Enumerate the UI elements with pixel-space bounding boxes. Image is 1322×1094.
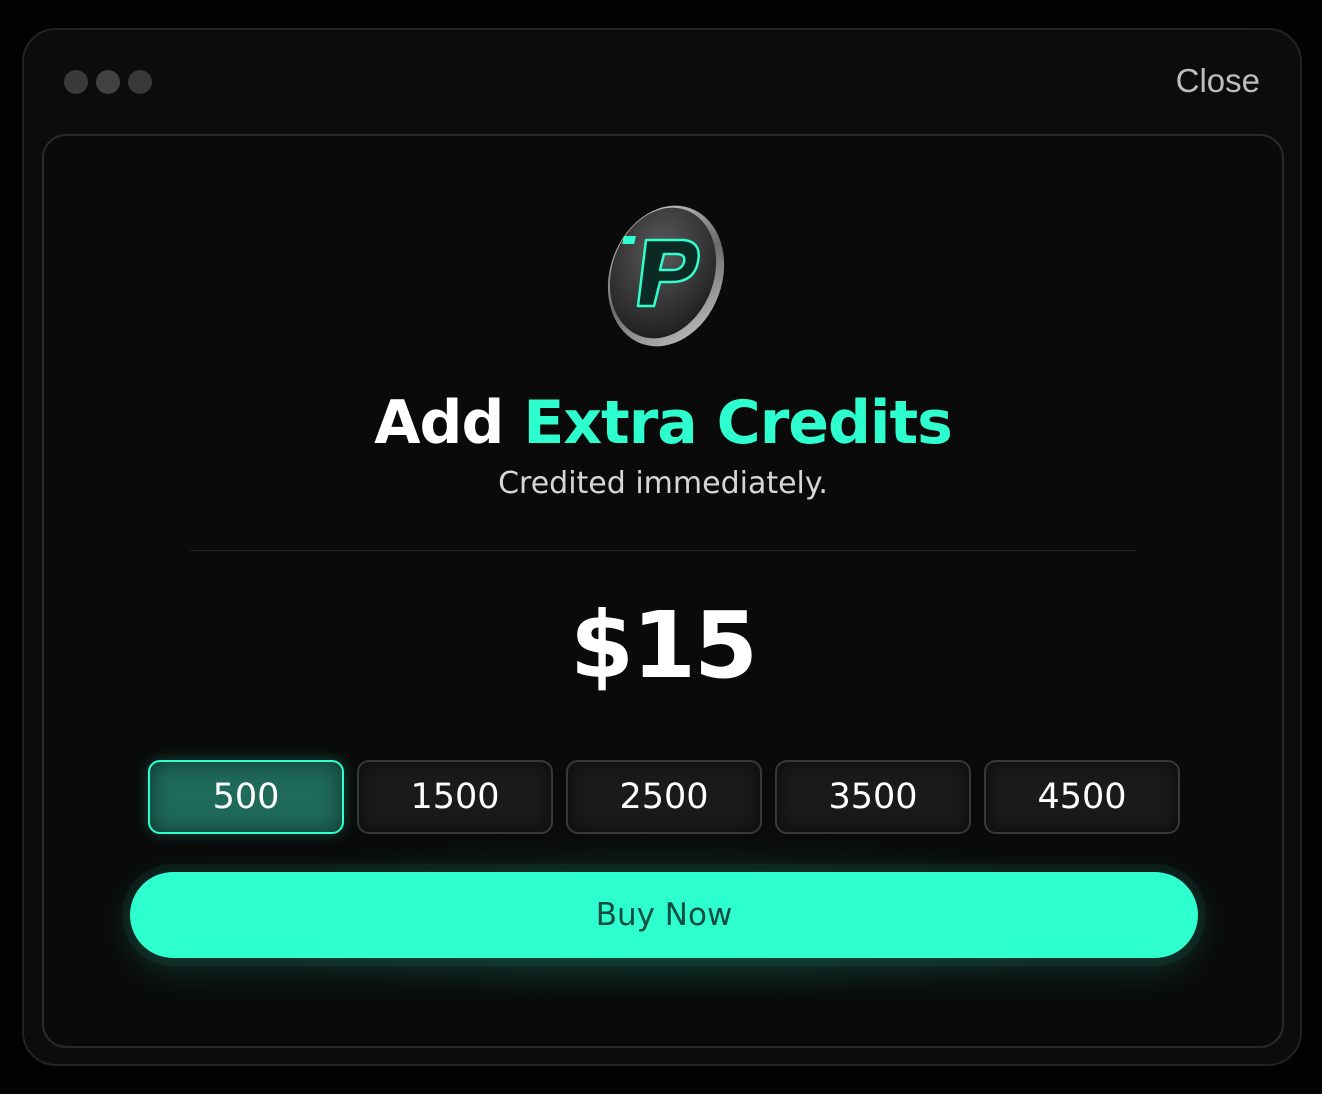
window-dot-icon[interactable] [96,70,120,94]
buy-now-button[interactable]: Buy Now [130,872,1198,958]
credit-option-4500[interactable]: 4500 [984,760,1180,834]
dialog-title: Add Extra Credits [44,388,1282,458]
close-button[interactable]: Close [1176,62,1260,100]
window-controls [64,70,152,94]
credit-option-500[interactable]: 500 [148,760,344,834]
title-highlight: Extra Credits [523,388,953,458]
price-display: $15 [569,592,758,699]
credit-option-1500[interactable]: 1500 [357,760,553,834]
p-coin-icon [607,205,725,347]
credit-option-3500[interactable]: 3500 [775,760,971,834]
divider [190,550,1136,551]
modal-window: Close Add Extra Credits Credited immedia… [22,28,1302,1066]
credit-options: 500 1500 2500 3500 4500 [148,760,1180,834]
dialog-subtitle: Credited immediately. [498,466,828,501]
credits-panel: Add Extra Credits Credited immediately. … [42,134,1284,1048]
window-dot-icon[interactable] [128,70,152,94]
window-dot-icon[interactable] [64,70,88,94]
credit-option-2500[interactable]: 2500 [566,760,762,834]
title-prefix: Add [374,388,504,458]
